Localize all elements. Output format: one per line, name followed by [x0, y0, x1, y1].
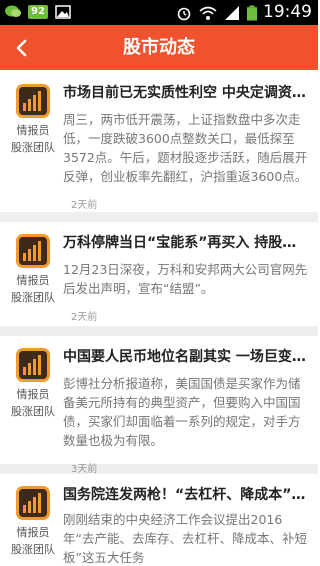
article-headline[interactable]: 中国要人民币地位名副其实 一场巨变马上来	[63, 348, 310, 366]
article-summary: 周三，两市低开震荡，上证指数盘中多次走低，一度跌破3600点整数关口，最低探至3…	[63, 112, 308, 184]
article-time: 2天前	[71, 200, 98, 211]
chart-icon	[19, 351, 47, 379]
list-item[interactable]: 情报员 股涨团队 市场目前已无实质性利空 中央定调资本市场 周三，两市低开震荡，…	[0, 70, 318, 222]
author-team: 股涨团队	[11, 291, 55, 304]
chart-icon	[19, 237, 47, 265]
article-summary: 刚刚结束的中央经济工作会议提出2016年“去产能、去库存、去杠杆、降成本、补短板…	[63, 512, 307, 565]
list-item[interactable]: 情报员 股涨团队 国务院连发两枪！“去杠杆、降成本”任务明确 刚刚结束的中央经济…	[0, 474, 318, 565]
page-title: 股市动态	[123, 37, 195, 58]
article-summary: 彭博社分析报道称，美国国债是买家作为储备美元所持有的典型资产，但要购入中国国债，…	[63, 376, 301, 448]
author-block: 情报员 股涨团队	[8, 486, 58, 558]
author-name: 情报员	[16, 124, 50, 137]
author-team: 股涨团队	[11, 543, 55, 556]
author-team: 股涨团队	[11, 405, 55, 418]
author-block: 情报员 股涨团队	[8, 84, 58, 156]
avatar	[16, 486, 50, 520]
image-icon	[55, 5, 71, 19]
status-clock: 19:49	[263, 2, 312, 22]
article-headline[interactable]: 市场目前已无实质性利空 中央定调资本市场	[63, 84, 310, 102]
article-headline[interactable]: 万科停牌当日“宝能系”再买入 持股比例升至	[63, 234, 310, 252]
author-name: 情报员	[16, 274, 50, 287]
status-bar: 92 19:49	[0, 0, 318, 25]
article-headline[interactable]: 国务院连发两枪！“去杠杆、降成本”任务明确	[63, 486, 310, 504]
author-block: 情报员 股涨团队	[8, 348, 58, 420]
chart-icon	[19, 87, 47, 115]
avatar	[16, 84, 50, 118]
battery-icon	[247, 5, 257, 20]
list-item[interactable]: 情报员 股涨团队 中国要人民币地位名副其实 一场巨变马上来 彭博社分析报道称，美…	[0, 336, 318, 475]
author-name: 情报员	[16, 526, 50, 539]
author-team: 股涨团队	[11, 141, 55, 154]
avatar	[16, 234, 50, 268]
wifi-icon	[199, 6, 217, 20]
alarm-icon	[177, 7, 191, 20]
author-block: 情报员 股涨团队	[8, 234, 58, 306]
list-item[interactable]: 情报员 股涨团队 万科停牌当日“宝能系”再买入 持股比例升至 12月23日深夜，…	[0, 222, 318, 336]
chat-icon	[5, 5, 21, 17]
news-list: 情报员 股涨团队 市场目前已无实质性利空 中央定调资本市场 周三，两市低开震荡，…	[0, 70, 318, 565]
battery-percent-badge: 92	[28, 5, 48, 19]
article-time: 2天前	[71, 312, 98, 323]
chart-icon	[19, 489, 47, 517]
app-header: 股市动态	[0, 25, 318, 70]
avatar	[16, 348, 50, 382]
article-time: 3天前	[71, 464, 98, 475]
article-summary: 12月23日深夜，万科和安邦两大公司官网先后发出声明，宣布“结盟”。	[63, 262, 308, 296]
signal-icon	[225, 5, 239, 20]
author-name: 情报员	[16, 388, 50, 401]
